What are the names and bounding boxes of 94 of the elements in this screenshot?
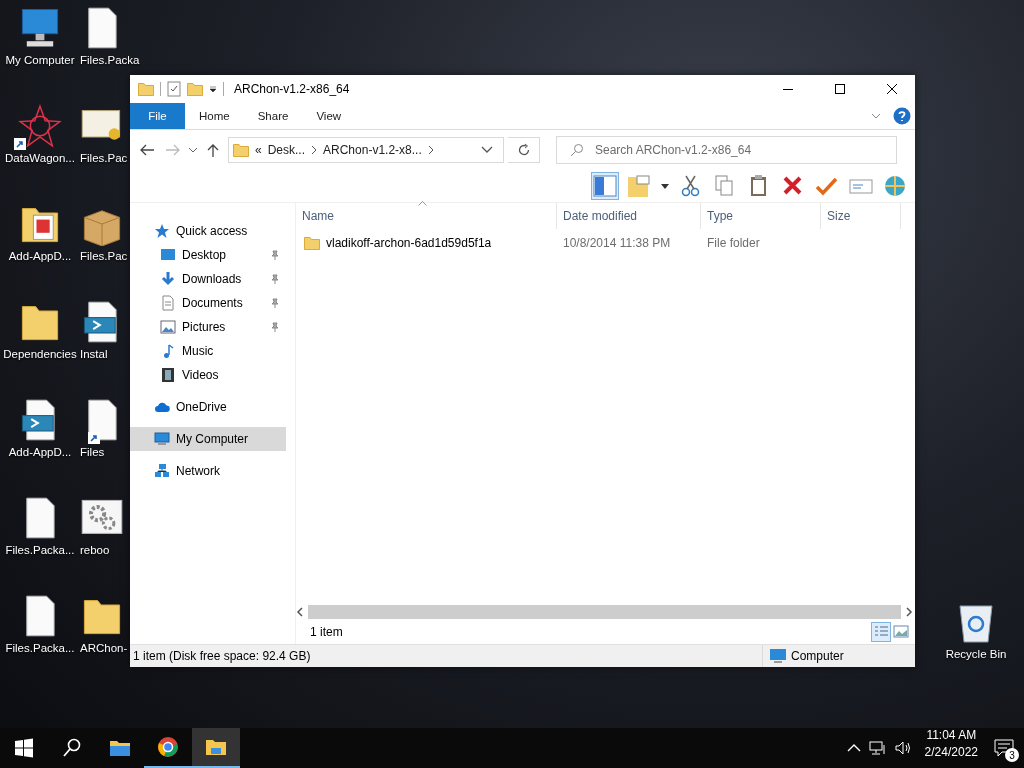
breadcrumb-overflow[interactable]: «: [255, 143, 262, 157]
expand-ribbon-icon[interactable]: [871, 113, 881, 119]
desktop-icon-label[interactable]: Instal: [80, 348, 108, 360]
ribbon-tab[interactable]: Home: [185, 103, 244, 129]
file-name-cell[interactable]: vladikoff-archon-6ad1d59d5f1a: [296, 236, 557, 250]
dropdown-caret-icon: [660, 183, 670, 189]
search-icon: [61, 737, 83, 759]
desktop-icon-label[interactable]: reboo: [80, 544, 110, 556]
desktop-icon-label[interactable]: Dependencies: [3, 348, 77, 360]
folder-icon: [233, 143, 249, 157]
search-icon: [570, 143, 584, 157]
desktop-icon-label[interactable]: Add-AppD...: [8, 250, 72, 262]
browser-icon: [157, 736, 179, 758]
navigation-item[interactable]: Desktop: [130, 243, 286, 267]
network-icon[interactable]: [868, 740, 887, 756]
refresh-button[interactable]: [508, 137, 540, 163]
chevron-right-icon: [427, 145, 434, 155]
folder-options-icon: [626, 173, 652, 199]
window-title: ARChon-v1.2-x86_64: [234, 82, 351, 96]
column-header[interactable]: Type: [701, 203, 821, 229]
maximize-icon: [835, 84, 845, 94]
dropdown-caret-button[interactable]: [659, 182, 671, 190]
navigation-item[interactable]: Pictures: [130, 315, 286, 339]
preview-pane-button[interactable]: [591, 172, 619, 200]
document-icon: [160, 295, 176, 311]
item-count: 1 item: [310, 625, 344, 639]
type-cell-text: File folder: [706, 236, 761, 250]
desktop-icon: [160, 247, 176, 263]
desktop-icon-label[interactable]: DataWagon...: [5, 152, 75, 164]
desktop-icon-label[interactable]: Files.Packa: [80, 54, 140, 66]
picture-icon: [892, 623, 910, 641]
chevron-right-icon: [311, 145, 318, 155]
dropdown-caret-icon[interactable]: [209, 85, 217, 93]
breadcrumb-segment[interactable]: ARChon-v1.2-x8...: [323, 143, 422, 157]
location-label: Computer: [791, 649, 844, 663]
shortcut-arrow-icon: [14, 138, 26, 150]
column-header[interactable]: Size: [821, 203, 901, 229]
folder-icon: [138, 82, 154, 96]
show-hidden-icons-icon[interactable]: [846, 743, 861, 753]
scroll-right-icon[interactable]: [905, 607, 913, 617]
desktop-icon-label[interactable]: Files.Pac: [80, 250, 128, 262]
desktop-icon-label[interactable]: Files.Pac: [80, 152, 128, 164]
desktop-icon-label[interactable]: Files.Packa...: [5, 544, 75, 556]
ribbon-tab[interactable]: View: [302, 103, 356, 129]
scroll-left-icon[interactable]: [296, 607, 304, 617]
desktop-icon-label[interactable]: ARChon-: [80, 642, 128, 654]
navigation-item[interactable]: Network: [130, 459, 286, 483]
recent-locations-icon: [188, 147, 198, 153]
ribbon-tab[interactable]: Share: [243, 103, 303, 129]
computer-icon: [154, 431, 170, 447]
network-icon: [154, 463, 170, 479]
sort-caret-icon: [418, 201, 427, 206]
file-menu-button[interactable]: File: [130, 103, 185, 129]
preview-pane-icon: [592, 173, 618, 199]
picture-icon: [160, 319, 176, 335]
column-header[interactable]: Date modified: [557, 203, 701, 229]
close-icon: [887, 84, 897, 94]
recent-locations-button[interactable]: [188, 147, 198, 153]
taskbar-app-button[interactable]: [192, 728, 240, 768]
clock-date[interactable]: 2/24/2022: [924, 745, 978, 759]
dropdown-chevron-icon[interactable]: [481, 146, 493, 154]
shortcut-arrow-icon: [88, 432, 100, 444]
clock-time[interactable]: 11:04 AM: [926, 728, 977, 742]
star-icon: [154, 223, 170, 239]
navigation-item[interactable]: Quick access: [130, 219, 286, 243]
computer-icon: [769, 648, 787, 664]
status-text: 1 item (Disk free space: 92.4 GB): [133, 649, 312, 663]
breadcrumb-segment[interactable]: Desk...: [267, 143, 306, 157]
navigation-item[interactable]: Downloads: [130, 267, 286, 291]
address-bar[interactable]: « Desk... ARChon-v1.2-x8...: [228, 137, 504, 163]
desktop-icon-label[interactable]: My Computer: [5, 54, 75, 66]
film-icon: [160, 367, 176, 383]
action-center-icon[interactable]: [994, 739, 1014, 757]
navigation-item[interactable]: OneDrive: [130, 395, 286, 419]
folder-icon: [304, 236, 320, 250]
volume-icon[interactable]: [894, 740, 913, 756]
date-cell-text: 10/8/2014 11:38 PM: [562, 236, 672, 250]
desktop-icon-label[interactable]: Files: [80, 446, 105, 458]
navigation-item[interactable]: Documents: [130, 291, 286, 315]
navigation-item[interactable]: Videos: [130, 363, 286, 387]
refresh-icon: [516, 143, 531, 157]
search-field[interactable]: Search ARChon-v1.2-x86_64: [556, 136, 897, 164]
notification-count: 3: [1005, 748, 1019, 762]
help-icon[interactable]: [893, 107, 911, 125]
download-arrow-icon: [160, 271, 176, 287]
desktop-icon-label[interactable]: Files.Packa...: [5, 642, 75, 654]
start-icon: [13, 737, 35, 759]
properties-icon[interactable]: [167, 81, 181, 97]
desktop-icon-label[interactable]: Add-AppD...: [8, 446, 72, 458]
navigation-item[interactable]: Music: [130, 339, 286, 363]
navigation-item[interactable]: My Computer: [130, 427, 286, 451]
desktop-icon-label[interactable]: Recycle Bin: [945, 648, 1007, 660]
column-header[interactable]: Name: [296, 203, 557, 229]
globe-icon: [882, 173, 908, 199]
